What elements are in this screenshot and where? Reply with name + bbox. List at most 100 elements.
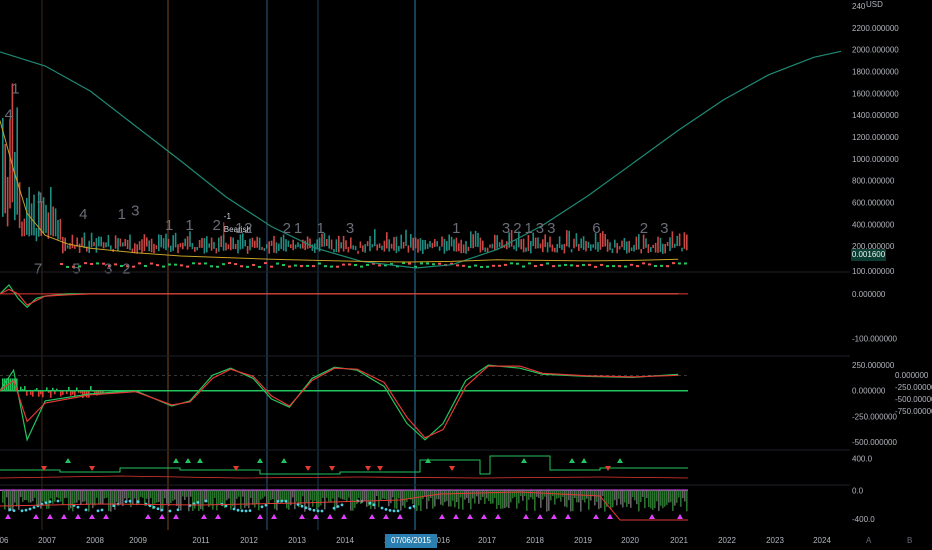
marker — [612, 265, 615, 268]
price-y-tick: 1200.000000 — [852, 133, 899, 142]
marker — [516, 262, 519, 265]
osc2-histogram-bar — [10, 378, 12, 391]
marker — [198, 262, 201, 265]
signal-triangle — [173, 514, 179, 519]
osc4-histogram-bar — [446, 490, 448, 502]
osc4-histogram-bar — [530, 490, 532, 498]
osc4-histogram-bar — [314, 490, 316, 501]
marker — [360, 265, 363, 268]
osc4-histogram-bar — [618, 490, 620, 499]
osc4-histogram-bar — [338, 490, 340, 498]
marker — [234, 263, 237, 266]
signal-dot — [392, 509, 396, 513]
signal-dot — [304, 506, 308, 510]
osc4-histogram-bar — [166, 490, 168, 504]
osc4-histogram-bar — [128, 490, 130, 498]
candle — [150, 238, 153, 253]
price-y-tick: 400.000000 — [852, 220, 895, 229]
price-y-tick: 1600.000000 — [852, 89, 899, 98]
oscillator-1-pane[interactable] — [0, 283, 688, 309]
osc4-histogram-bar — [682, 490, 684, 499]
osc2-series — [0, 365, 679, 439]
osc4-histogram-bar — [454, 490, 456, 508]
candle — [417, 239, 419, 253]
candle — [446, 241, 448, 252]
annotation-label: -1 — [224, 212, 232, 221]
candle — [628, 240, 630, 253]
signal-dot — [84, 508, 88, 512]
osc4-histogram-bar — [302, 490, 304, 497]
candle — [254, 240, 256, 248]
candle — [196, 246, 198, 251]
osc2-y-tick: -500.000000 — [852, 438, 897, 447]
osc4-histogram-bar — [126, 490, 128, 502]
candle — [172, 235, 174, 251]
candle — [270, 240, 273, 247]
signal-triangle — [537, 514, 543, 519]
candle — [95, 238, 98, 253]
signal-dot — [336, 505, 340, 508]
oscillator-4-pane[interactable] — [0, 489, 688, 521]
candle — [398, 245, 400, 252]
signal-triangle — [47, 514, 53, 519]
osc4-histogram-bar — [550, 490, 552, 501]
osc4-histogram-bar — [18, 490, 20, 510]
corner-label-b[interactable]: B — [907, 536, 912, 545]
osc4-histogram-bar — [64, 490, 66, 499]
candle — [225, 242, 227, 251]
osc4-histogram-bar — [32, 490, 34, 502]
signal-triangle — [215, 514, 221, 519]
signal-dot — [412, 504, 416, 508]
marker — [426, 262, 429, 265]
candle — [50, 187, 52, 236]
marker — [324, 265, 327, 268]
osc2-histogram-bar — [38, 390, 40, 397]
candle — [138, 241, 141, 250]
osc4-histogram-bar — [362, 490, 364, 501]
osc4-histogram-bar — [584, 490, 586, 503]
signal-triangle — [369, 514, 375, 519]
signal-triangle — [383, 514, 389, 519]
candle — [297, 242, 299, 248]
osc4-histogram-bar — [538, 490, 540, 499]
candle — [177, 244, 179, 254]
osc4-histogram-bar — [466, 490, 468, 499]
osc4-histogram-bar — [98, 490, 100, 505]
osc4-histogram-bar — [78, 490, 80, 501]
osc4-histogram-bar — [162, 490, 164, 509]
osc4-histogram-bar — [556, 490, 558, 499]
signal-triangle — [145, 514, 151, 519]
candle — [146, 237, 148, 247]
signal-triangle — [607, 514, 613, 519]
candle — [489, 244, 491, 248]
candle — [119, 238, 122, 247]
candle — [654, 242, 657, 253]
signal-dot — [28, 507, 32, 511]
candle — [585, 240, 587, 252]
osc4-histogram-bar — [192, 490, 194, 512]
price-pane[interactable]: 1414 1 31 1 2 1 2 2 1 1 3 1 3 2 1 3 3 6 2 3-1Bearish7 5 3 2 — [0, 50, 842, 278]
x-axis-tick: 2018 — [526, 536, 544, 545]
osc4-histogram-bar — [226, 490, 228, 501]
osc4-histogram-bar — [380, 490, 382, 501]
oscillator-3-pane[interactable] — [0, 455, 689, 479]
osc4-histogram-bar — [140, 490, 142, 497]
candle — [227, 244, 230, 250]
marker — [570, 264, 573, 267]
candle — [347, 246, 350, 253]
osc4-histogram-bar — [354, 490, 356, 508]
candle — [580, 238, 582, 249]
chart-canvas[interactable]: 1414 1 31 1 2 1 2 2 1 1 3 1 3 2 1 3 3 6 2 3-1Bearish7 5 3 2 24… — [0, 0, 932, 550]
candle — [102, 242, 105, 249]
oscillator-2-pane[interactable] — [0, 364, 688, 442]
marker — [342, 263, 345, 266]
candle — [117, 238, 119, 252]
candle — [659, 237, 662, 253]
osc4-histogram-bar — [588, 490, 590, 510]
osc4-histogram-bar — [526, 490, 528, 511]
corner-label-a[interactable]: A — [866, 536, 871, 545]
candle — [14, 151, 16, 221]
candle — [256, 236, 258, 248]
marker — [174, 263, 177, 266]
osc4-histogram-bar — [366, 490, 368, 507]
